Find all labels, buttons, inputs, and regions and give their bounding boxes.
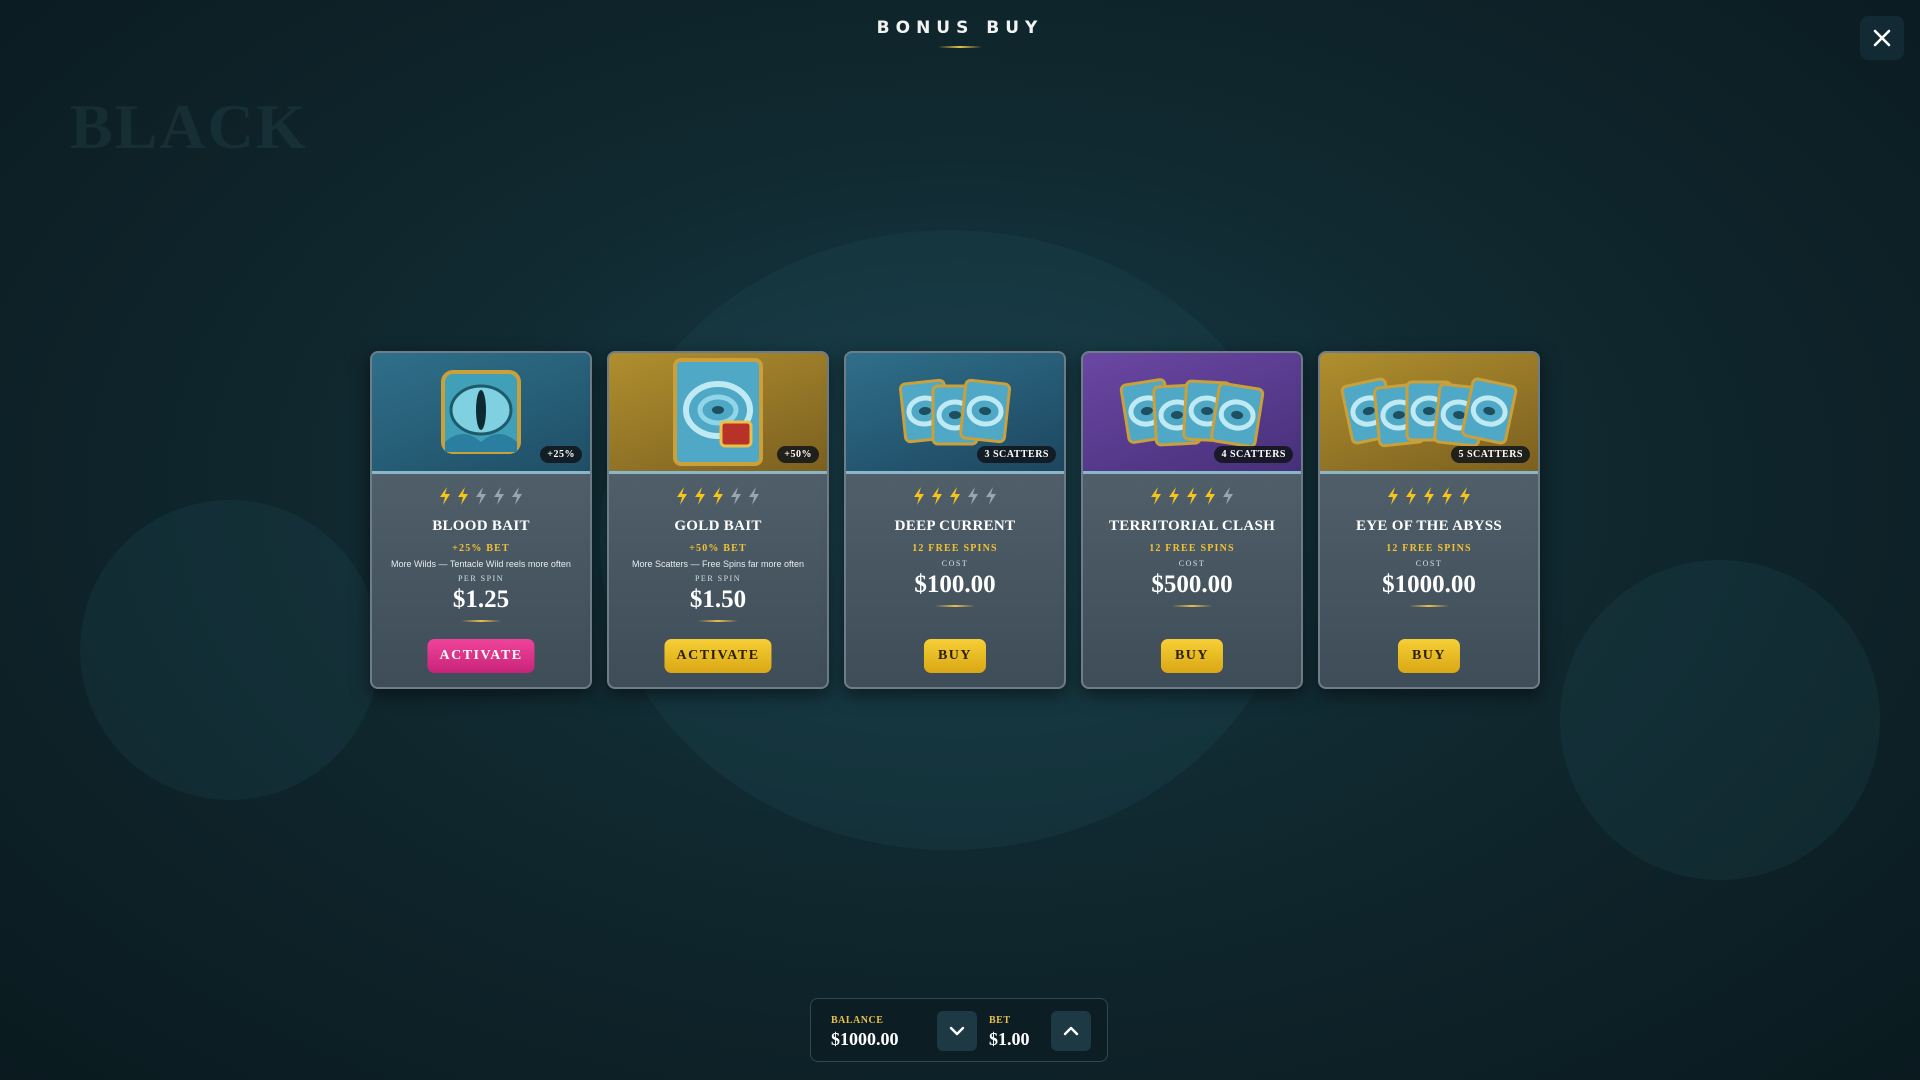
bet-value: $1.00	[989, 1029, 1030, 1049]
card-tag: +25%	[540, 446, 582, 463]
bonus-card-eye-of-the-abyss: 5 SCATTERS EYE OF THE ABYSS 12 FREE SPIN…	[1318, 351, 1540, 689]
price-underline	[935, 605, 975, 607]
card-title: BLOOD BAIT	[432, 518, 530, 534]
card-art: 3 SCATTERS	[846, 353, 1064, 474]
card-price: $1.50	[689, 586, 747, 613]
bolt-icon-filled	[1406, 487, 1416, 505]
card-price: $1.25	[452, 586, 510, 613]
activate-button[interactable]: ACTIVATE	[427, 639, 535, 673]
card-subtitle: 12 FREE SPINS	[1149, 543, 1235, 554]
bonus-cards: +25% BLOOD BAIT +25% BET More Wilds — Te…	[370, 351, 1550, 691]
bolt-icon-filled	[677, 487, 687, 505]
card-description: More Scatters — Free Spins far more ofte…	[631, 559, 805, 569]
bolt-icon-filled	[1187, 487, 1197, 505]
card-title: EYE OF THE ABYSS	[1355, 518, 1503, 534]
card-art: +25%	[372, 353, 590, 474]
buy-button[interactable]: BUY	[1397, 639, 1461, 673]
bonus-card-territorial-clash: 4 SCATTERS TERRITORIAL CLASH 12 FREE SPI…	[1081, 351, 1303, 689]
bet-increase-button[interactable]	[1051, 1011, 1091, 1051]
card-price: $100.00	[914, 571, 996, 598]
buy-button[interactable]: BUY	[1160, 639, 1224, 673]
bonus-card-blood-bait: +25% BLOOD BAIT +25% BET More Wilds — Te…	[370, 351, 592, 689]
card-tag: +50%	[777, 446, 819, 463]
bolt-icon-filled	[932, 487, 942, 505]
price-caption: COST	[1178, 559, 1206, 568]
price-caption: PER SPIN	[694, 574, 741, 583]
card-subtitle: +25% BET	[452, 543, 510, 554]
card-tag: 3 SCATTERS	[977, 446, 1056, 463]
close-button[interactable]	[1860, 16, 1904, 60]
bet-label: BET	[989, 1015, 1011, 1026]
bolt-icon-empty	[512, 487, 522, 505]
bet-decrease-button[interactable]	[937, 1011, 977, 1051]
price-caption: COST	[1415, 559, 1443, 568]
bolt-icon-filled	[1388, 487, 1398, 505]
bolt-icon-filled	[440, 487, 450, 505]
chevron-up-icon	[1063, 1026, 1079, 1036]
card-art: +50%	[609, 353, 827, 474]
bolt-icon-filled	[1205, 487, 1215, 505]
bolt-icon-empty	[494, 487, 504, 505]
bolt-icon-empty	[731, 487, 741, 505]
whirlpool-icon	[673, 358, 763, 466]
price-underline	[461, 620, 501, 622]
power-rating	[372, 486, 590, 506]
bolt-icon-filled	[1151, 487, 1161, 505]
game-logo-ghost: BLACK	[70, 91, 308, 162]
bolt-icon-filled	[713, 487, 723, 505]
bonus-card-gold-bait: +50% GOLD BAIT +50% BET More Scatters — …	[607, 351, 829, 689]
scatter-symbol-icon	[1210, 382, 1265, 448]
bolt-icon-empty	[749, 487, 759, 505]
card-title: DEEP CURRENT	[894, 518, 1016, 534]
bolt-icon-filled	[1424, 487, 1434, 505]
bolt-icon-filled	[1442, 487, 1452, 505]
card-price: $1000.00	[1382, 571, 1476, 598]
card-art: 5 SCATTERS	[1320, 353, 1538, 474]
bolt-icon-empty	[1223, 487, 1233, 505]
title-underline	[938, 46, 982, 48]
bolt-icon-filled	[458, 487, 468, 505]
bolt-icon-empty	[986, 487, 996, 505]
bolt-icon-filled	[695, 487, 705, 505]
price-underline	[1172, 605, 1212, 607]
power-rating	[1320, 486, 1538, 506]
close-icon	[1873, 29, 1891, 47]
card-subtitle: +50% BET	[689, 543, 747, 554]
header: BONUS BUY	[0, 18, 1920, 48]
bolt-icon-empty	[476, 487, 486, 505]
card-subtitle: 12 FREE SPINS	[1386, 543, 1472, 554]
card-art: 4 SCATTERS	[1083, 353, 1301, 474]
card-title: GOLD BAIT	[674, 518, 762, 534]
card-tag: 4 SCATTERS	[1214, 446, 1293, 463]
price-caption: PER SPIN	[457, 574, 504, 583]
bet-bar: BALANCE $1000.00 BET $1.00	[810, 998, 1108, 1062]
power-rating	[609, 486, 827, 506]
power-rating	[1083, 486, 1301, 506]
page-title: BONUS BUY	[876, 18, 1044, 38]
card-subtitle: 12 FREE SPINS	[912, 543, 998, 554]
chevron-down-icon	[949, 1026, 965, 1036]
card-title: TERRITORIAL CLASH	[1108, 518, 1276, 534]
bonus-card-deep-current: 3 SCATTERS DEEP CURRENT 12 FREE SPINS CO…	[844, 351, 1066, 689]
bolt-icon-filled	[950, 487, 960, 505]
bolt-icon-empty	[968, 487, 978, 505]
eye-icon	[441, 370, 521, 454]
card-tag: 5 SCATTERS	[1451, 446, 1530, 463]
price-caption: COST	[941, 559, 969, 568]
power-rating	[846, 486, 1064, 506]
bolt-icon-filled	[1169, 487, 1179, 505]
card-description: More Wilds — Tentacle Wild reels more of…	[391, 559, 571, 569]
balance-value: $1000.00	[831, 1029, 899, 1049]
card-price: $500.00	[1151, 571, 1233, 598]
activate-button[interactable]: ACTIVATE	[664, 639, 772, 673]
balance-label: BALANCE	[831, 1015, 884, 1026]
bolt-icon-filled	[914, 487, 924, 505]
scatter-symbol-icon	[959, 378, 1012, 444]
buy-button[interactable]: BUY	[923, 639, 987, 673]
price-underline	[1409, 605, 1449, 607]
price-underline	[698, 620, 738, 622]
bolt-icon-filled	[1460, 487, 1470, 505]
